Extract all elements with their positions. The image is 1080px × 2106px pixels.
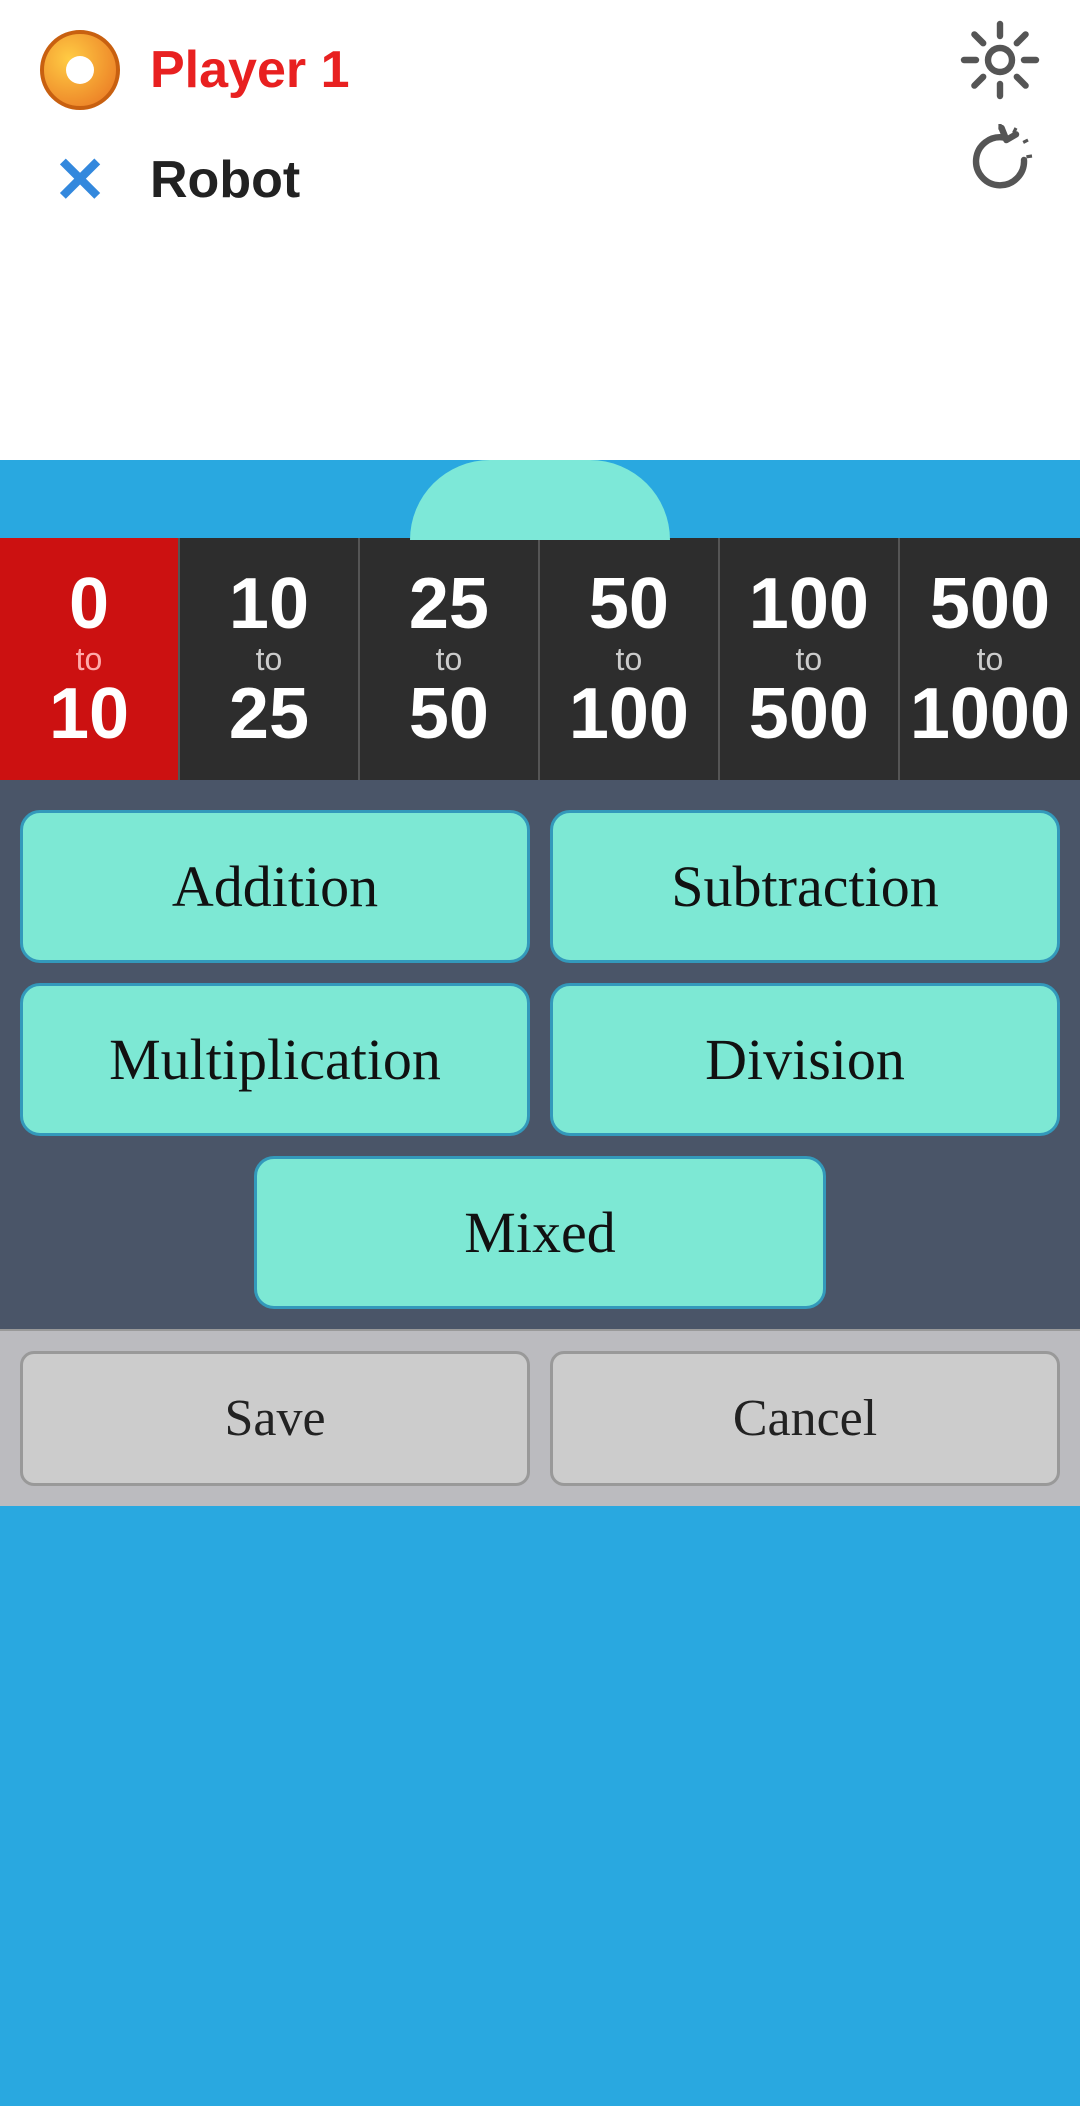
op-row-1: Addition Subtraction bbox=[20, 810, 1060, 963]
subtraction-button[interactable]: Subtraction bbox=[550, 810, 1060, 963]
range-25to50[interactable]: 25 to 50 bbox=[360, 538, 540, 780]
arch-bump bbox=[410, 460, 670, 540]
op-row-2: Multiplication Division bbox=[20, 983, 1060, 1136]
player2-avatar: ✕ bbox=[40, 140, 120, 220]
range-bottom-0: 10 bbox=[49, 678, 129, 750]
player2-row: ✕ Robot bbox=[40, 140, 1040, 220]
top-icons bbox=[960, 20, 1040, 200]
range-top-4: 100 bbox=[749, 568, 869, 640]
range-10to25[interactable]: 10 to 25 bbox=[180, 538, 360, 780]
range-to-5: to bbox=[977, 640, 1004, 678]
range-selector: 0 to 10 10 to 25 25 to 50 50 to 100 100 … bbox=[0, 538, 1080, 780]
range-bottom-3: 100 bbox=[569, 678, 689, 750]
bottom-area bbox=[0, 1506, 1080, 2106]
op-row-3: Mixed bbox=[20, 1156, 1060, 1309]
main-panel: 0 to 10 10 to 25 25 to 50 50 to 100 100 … bbox=[0, 538, 1080, 1506]
x-symbol: ✕ bbox=[53, 143, 107, 218]
top-section: Player 1 ✕ Robot bbox=[0, 0, 1080, 280]
range-bottom-4: 500 bbox=[749, 678, 869, 750]
range-top-2: 25 bbox=[409, 568, 489, 640]
range-500to1000[interactable]: 500 to 1000 bbox=[900, 538, 1080, 780]
refresh-button[interactable] bbox=[960, 120, 1040, 200]
settings-button[interactable] bbox=[960, 20, 1040, 100]
range-to-4: to bbox=[796, 640, 823, 678]
mixed-button[interactable]: Mixed bbox=[254, 1156, 826, 1309]
range-top-3: 50 bbox=[589, 568, 669, 640]
player1-avatar bbox=[40, 30, 120, 110]
gear-icon bbox=[960, 20, 1040, 100]
range-top-0: 0 bbox=[69, 568, 109, 640]
player1-name: Player 1 bbox=[150, 40, 350, 100]
multiplication-button[interactable]: Multiplication bbox=[20, 983, 530, 1136]
range-100to500[interactable]: 100 to 500 bbox=[720, 538, 900, 780]
range-top-5: 500 bbox=[930, 568, 1050, 640]
player2-name: Robot bbox=[150, 150, 300, 210]
cancel-button[interactable]: Cancel bbox=[550, 1351, 1060, 1486]
white-spacer bbox=[0, 280, 1080, 460]
range-50to100[interactable]: 50 to 100 bbox=[540, 538, 720, 780]
arch-container bbox=[0, 460, 1080, 540]
range-to-3: to bbox=[616, 640, 643, 678]
range-bottom-1: 25 bbox=[229, 678, 309, 750]
range-0to10[interactable]: 0 to 10 bbox=[0, 538, 180, 780]
operations-area: Addition Subtraction Multiplication Divi… bbox=[0, 780, 1080, 1329]
range-bottom-5: 1000 bbox=[910, 678, 1070, 750]
player1-row: Player 1 bbox=[40, 30, 1040, 110]
save-button[interactable]: Save bbox=[20, 1351, 530, 1486]
range-to-1: to bbox=[256, 640, 283, 678]
save-cancel-row: Save Cancel bbox=[0, 1329, 1080, 1506]
range-top-1: 10 bbox=[229, 568, 309, 640]
addition-button[interactable]: Addition bbox=[20, 810, 530, 963]
division-button[interactable]: Division bbox=[550, 983, 1060, 1136]
refresh-icon bbox=[960, 120, 1040, 200]
range-to-2: to bbox=[436, 640, 463, 678]
range-to-0: to bbox=[76, 640, 103, 678]
avatar-dot bbox=[66, 56, 94, 84]
range-bottom-2: 50 bbox=[409, 678, 489, 750]
